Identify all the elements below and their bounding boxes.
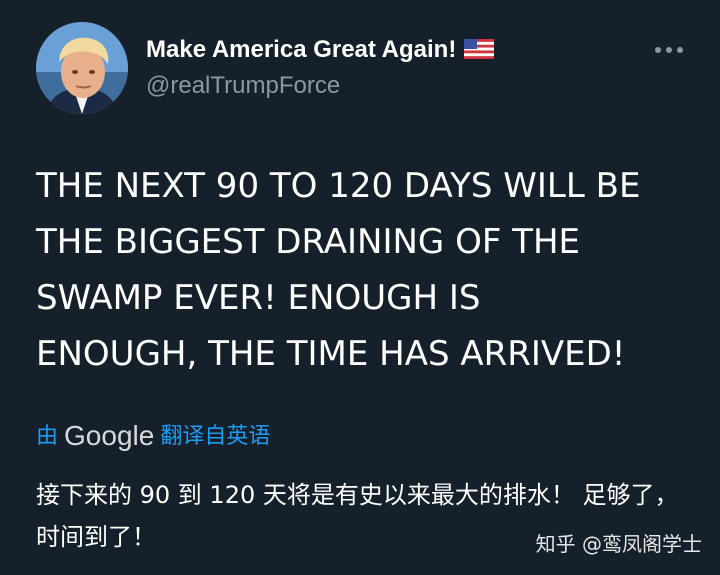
us-flag-icon: [464, 39, 495, 59]
display-name-text: Make America Great Again!: [146, 36, 457, 63]
tweet-body: THE NEXT 90 TO 120 DAYS WILL BE THE BIGG…: [36, 166, 641, 374]
translate-by-label: 由: [36, 424, 59, 449]
more-options-icon[interactable]: [652, 40, 686, 60]
avatar[interactable]: [36, 22, 128, 114]
watermark: 知乎 @鸾凤阁学士: [535, 532, 702, 556]
translate-link[interactable]: 由 Google 翻译自英语: [36, 418, 270, 452]
user-handle[interactable]: @realTrumpForce: [146, 72, 340, 100]
avatar-portrait: [36, 22, 128, 114]
translate-action-label: 翻译自英语: [160, 424, 271, 449]
display-name[interactable]: Make America Great Again!: [146, 36, 495, 64]
tweet-card: Make America Great Again! @realTrumpForc…: [0, 0, 720, 575]
google-logo: Google: [64, 420, 155, 451]
